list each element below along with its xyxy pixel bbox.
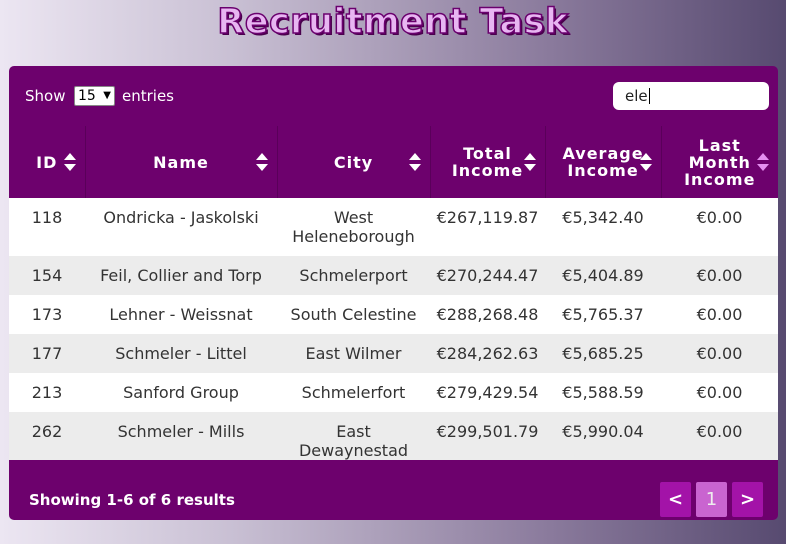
cell-name: Schmeler - Mills xyxy=(85,412,277,460)
table-controls: Show 15 ▼ entries ele xyxy=(9,66,778,126)
cell-id: 262 xyxy=(9,412,85,460)
table-row[interactable]: 154 Feil, Collier and Torp Schmelerport €27… xyxy=(9,256,778,295)
cell-id: 177 xyxy=(9,334,85,373)
cell-last-month-income: €0.00 xyxy=(661,198,778,256)
cell-average-income: €5,404.89 xyxy=(545,256,661,295)
cell-name: Feil, Collier and Torp xyxy=(85,256,277,295)
column-header-label-line: Income xyxy=(451,161,524,180)
column-header-label-line: Income xyxy=(567,161,639,180)
table-header-row: ID Name City Total Income Average Income Last Mo… xyxy=(9,126,778,198)
table-body: 118 Ondricka - Jaskolski West Heleneboroug… xyxy=(9,198,778,460)
search-input-value: ele xyxy=(625,87,648,105)
cell-average-income: €5,342.40 xyxy=(545,198,661,256)
cell-id: 173 xyxy=(9,295,85,334)
column-header-label-line: Name xyxy=(153,152,209,172)
page-title: Recruitment Task xyxy=(217,1,569,43)
cell-total-income: €267,119.87 xyxy=(430,198,545,256)
column-header-label: ID xyxy=(36,154,57,171)
column-header-label: Average Income xyxy=(562,145,643,179)
column-header-label-line: City xyxy=(333,152,374,172)
column-header-label-line: Income xyxy=(684,169,756,189)
entries-label: entries xyxy=(122,87,174,105)
sort-icon[interactable] xyxy=(639,152,652,172)
prev-page-button[interactable]: < xyxy=(660,482,691,517)
cell-last-month-income: €0.00 xyxy=(661,412,778,460)
chevron-down-icon: ▼ xyxy=(103,90,111,101)
entries-select-value: 15 xyxy=(78,88,96,104)
cell-average-income: €5,765.37 xyxy=(545,295,661,334)
column-header-label: City xyxy=(334,154,373,171)
table-row[interactable]: 213 Sanford Group Schmelerfort €279,429.54 €… xyxy=(9,373,778,412)
column-header-name[interactable]: Name xyxy=(84,126,277,198)
search-input[interactable]: ele xyxy=(613,82,769,110)
column-header-total-income[interactable]: Total Income xyxy=(429,126,545,198)
table-row[interactable]: 173 Lehner - Weissnat South Celestine €288,… xyxy=(9,295,778,334)
sort-icon[interactable] xyxy=(757,152,769,172)
column-header-label: Name xyxy=(153,154,209,171)
page-1-button[interactable]: 1 xyxy=(696,482,727,517)
cell-average-income: €5,588.59 xyxy=(545,373,661,412)
cell-last-month-income: €0.00 xyxy=(661,295,778,334)
sort-icon[interactable] xyxy=(523,152,536,172)
text-caret xyxy=(648,88,650,104)
cell-city: West Heleneborough xyxy=(277,198,430,256)
cell-id: 213 xyxy=(9,373,85,412)
cell-last-month-income: €0.00 xyxy=(661,334,778,373)
cell-name: Schmeler - Littel xyxy=(85,334,277,373)
data-table-card: Show 15 ▼ entries ele ID Name City Total Inc… xyxy=(9,66,778,520)
cell-name: Sanford Group xyxy=(85,373,277,412)
table-row[interactable]: 118 Ondricka - Jaskolski West Heleneboroug… xyxy=(9,198,778,256)
table-row[interactable]: 262 Schmeler - Mills East Dewaynestad €299,… xyxy=(9,412,778,460)
cell-city: East Dewaynestad xyxy=(277,412,430,460)
cell-last-month-income: €0.00 xyxy=(661,373,778,412)
sort-icon[interactable] xyxy=(63,152,76,172)
cell-total-income: €288,268.48 xyxy=(430,295,545,334)
results-table: ID Name City Total Income Average Income Last Mo… xyxy=(9,126,778,460)
results-count: Showing 1-6 of 6 results xyxy=(29,491,235,509)
column-header-average-income[interactable]: Average Income xyxy=(544,126,661,198)
show-label: Show xyxy=(25,87,66,105)
cell-last-month-income: €0.00 xyxy=(661,256,778,295)
cell-name: Ondricka - Jaskolski xyxy=(85,198,277,256)
table-footer: Showing 1-6 of 6 results < 1 > xyxy=(9,470,778,520)
cell-total-income: €299,501.79 xyxy=(430,412,545,460)
cell-city: East Wilmer xyxy=(277,334,430,373)
entries-select[interactable]: 15 ▼ xyxy=(74,86,115,106)
table-row[interactable]: 177 Schmeler - Littel East Wilmer €284,262.… xyxy=(9,334,778,373)
cell-id: 154 xyxy=(9,256,85,295)
cell-total-income: €270,244.47 xyxy=(430,256,545,295)
column-header-label-line: ID xyxy=(36,152,58,172)
cell-average-income: €5,685.25 xyxy=(545,334,661,373)
sort-icon[interactable] xyxy=(408,152,421,172)
cell-city: South Celestine xyxy=(277,295,430,334)
cell-id: 118 xyxy=(9,198,85,256)
cell-city: Schmelerfort xyxy=(277,373,430,412)
cell-total-income: €284,262.63 xyxy=(430,334,545,373)
column-header-label: Last Month Income xyxy=(684,137,755,188)
cell-name: Lehner - Weissnat xyxy=(85,295,277,334)
cell-city: Schmelerport xyxy=(277,256,430,295)
cell-total-income: €279,429.54 xyxy=(430,373,545,412)
column-header-city[interactable]: City xyxy=(276,126,430,198)
column-header-id[interactable]: ID xyxy=(9,126,85,198)
sort-icon[interactable] xyxy=(255,152,268,172)
next-page-button[interactable]: > xyxy=(732,482,763,517)
column-header-label: Total Income xyxy=(452,145,523,179)
cell-average-income: €5,990.04 xyxy=(545,412,661,460)
column-header-last-month-income[interactable]: Last Month Income xyxy=(660,126,778,198)
